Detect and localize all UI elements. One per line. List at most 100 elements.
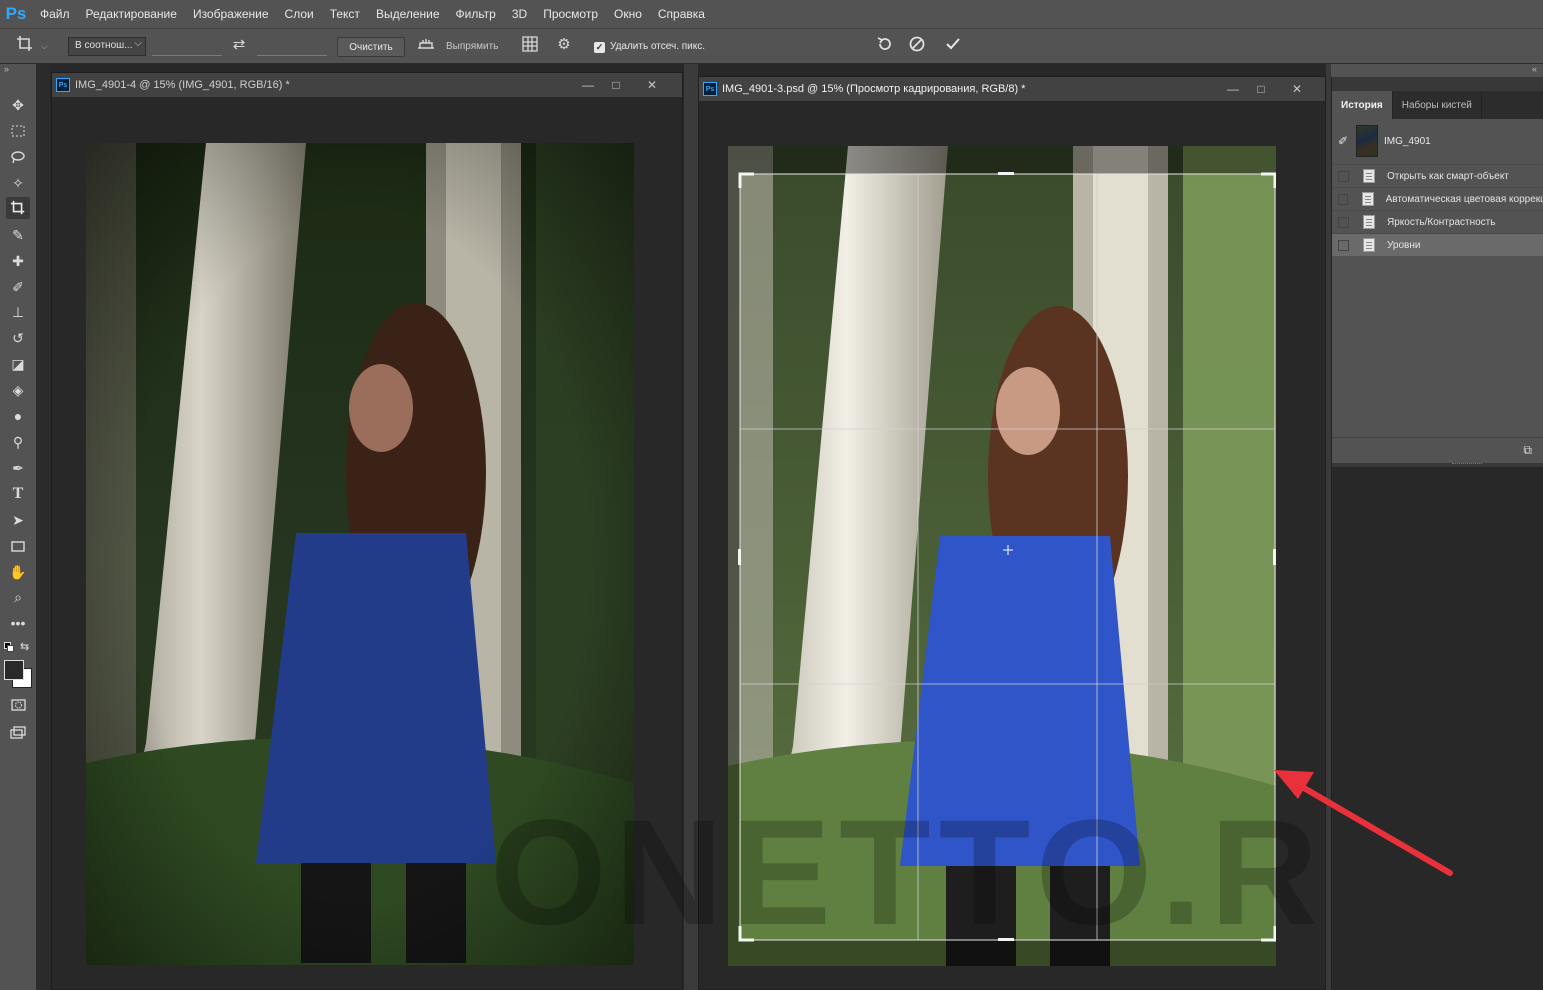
settings-gear-icon[interactable]: ⚙ [553, 35, 575, 53]
document-title: IMG_4901-4 @ 15% (IMG_4901, RGB/16) * [75, 79, 290, 91]
document-title-active: IMG_4901-3.psd @ 15% (Просмотр кадрирова… [722, 83, 1026, 95]
maximize-button-active[interactable]: □ [1251, 80, 1271, 98]
clear-button[interactable]: Очистить [337, 37, 405, 57]
delete-cropped-checkbox[interactable]: ✓ [594, 42, 605, 53]
swap-colors-icon[interactable]: ⇆ [20, 640, 29, 653]
document-icon [1363, 238, 1375, 252]
commit-check-icon[interactable] [942, 35, 964, 57]
minimize-button-active[interactable]: — [1223, 80, 1243, 98]
type-icon[interactable]: T [6, 483, 30, 505]
panel-dock-header: « [1331, 64, 1543, 77]
swap-icon[interactable]: ⇄ [228, 35, 250, 53]
app-logo: Ps [5, 4, 27, 23]
maximize-button[interactable]: □ [606, 76, 626, 94]
ratio-select[interactable]: В соотнош... [68, 37, 146, 56]
collapse-icon[interactable]: » [4, 64, 9, 74]
move-icon[interactable]: ✥ [6, 94, 30, 116]
reset-icon[interactable] [874, 35, 896, 57]
history-brush-source-icon[interactable]: ✐ [1332, 134, 1354, 148]
history-source-checkbox[interactable] [1338, 216, 1349, 228]
history-item[interactable]: Открыть как смарт-объект [1332, 164, 1543, 187]
pen-icon[interactable]: ✒ [6, 457, 30, 479]
panel-resize-grip[interactable] [1452, 463, 1482, 466]
history-source-checkbox[interactable] [1338, 193, 1349, 205]
document-icon [1363, 215, 1375, 229]
history-item[interactable]: Яркость/Контрастность [1332, 210, 1543, 233]
delete-cropped-label: Удалить отсеч. пикс. [610, 41, 706, 52]
history-item-label: Яркость/Контрастность [1387, 216, 1496, 228]
toolbox: » ✥ ✧ ✎ ✚ ✐ ⊥ ↺ ◪ ◈ ● ⚲ ✒ T ➤ ✋ ⌕ ••• ⇆ [0, 64, 37, 990]
tab-brush-presets[interactable]: Наборы кистей [1393, 91, 1482, 119]
height-field[interactable] [257, 37, 327, 56]
healing-brush-icon[interactable]: ✚ [6, 250, 30, 272]
menu-window[interactable]: Окно [606, 0, 650, 28]
overlay-grid-icon[interactable] [519, 35, 541, 57]
zoom-icon[interactable]: ⌕ [6, 586, 30, 608]
history-list: ✐ IMG_4901 Открыть как смарт-объект Авто… [1332, 119, 1543, 463]
eraser-icon[interactable]: ◪ [6, 353, 30, 375]
close-button[interactable]: ✕ [642, 76, 662, 94]
default-colors-icon[interactable] [4, 642, 14, 652]
dock-gap [38, 64, 50, 990]
document-title-bar[interactable]: Ps IMG_4901-4 @ 15% (IMG_4901, RGB/16) *… [52, 73, 682, 97]
document-title-bar-active[interactable]: Ps IMG_4901-3.psd @ 15% (Просмотр кадрир… [699, 77, 1325, 101]
history-source-checkbox[interactable] [1338, 170, 1349, 182]
history-item-label: Автоматическая цветовая коррекция [1385, 193, 1543, 205]
menu-select[interactable]: Выделение [368, 0, 448, 28]
paint-bucket-icon[interactable]: ◈ [6, 379, 30, 401]
snapshot-thumbnail [1356, 125, 1378, 157]
blur-icon[interactable]: ● [6, 405, 30, 427]
menu-image[interactable]: Изображение [185, 0, 277, 28]
dodge-icon[interactable]: ⚲ [6, 431, 30, 453]
menu-3d[interactable]: 3D [504, 0, 535, 28]
lasso-icon[interactable] [6, 146, 30, 168]
panel-collapse-icon[interactable]: « [1532, 64, 1537, 74]
crop-icon[interactable] [6, 197, 30, 219]
menu-edit[interactable]: Редактирование [78, 0, 185, 28]
document-icon [1363, 169, 1375, 183]
more-tools-icon[interactable]: ••• [6, 612, 30, 634]
hand-icon[interactable]: ✋ [6, 561, 30, 583]
tab-history[interactable]: История [1332, 91, 1393, 119]
history-item-label: Открыть как смарт-объект [1387, 170, 1509, 182]
close-button-active[interactable]: ✕ [1287, 80, 1307, 98]
menu-filter[interactable]: Фильтр [448, 0, 504, 28]
document-icon [1362, 192, 1374, 206]
minimize-button[interactable]: — [578, 76, 598, 94]
cancel-icon[interactable] [906, 35, 928, 57]
options-bar: ⌵ В соотнош... ⇄ Очистить Выпрямить ⚙ ✓ … [0, 28, 1543, 64]
menu-help[interactable]: Справка [650, 0, 713, 28]
menu-type[interactable]: Текст [322, 0, 368, 28]
history-item-label: Уровни [1387, 239, 1421, 251]
eyedropper-icon[interactable]: ✎ [6, 224, 30, 246]
menu-file[interactable]: Файл [32, 0, 78, 28]
snapshot-label: IMG_4901 [1384, 135, 1431, 147]
panel-footer: ⧉ [1332, 437, 1543, 463]
clone-stamp-icon[interactable]: ⊥ [6, 301, 30, 323]
straighten-label[interactable]: Выпрямить [446, 41, 498, 52]
history-brush-icon[interactable]: ↺ [6, 327, 30, 349]
foreground-color-swatch[interactable] [4, 660, 24, 680]
quick-mask-icon[interactable] [6, 694, 30, 716]
history-item-selected[interactable]: Уровни [1332, 233, 1543, 256]
crop-preset-icon[interactable] [14, 35, 36, 57]
history-item[interactable]: Автоматическая цветовая коррекция [1332, 187, 1543, 210]
screen-mode-icon[interactable] [6, 721, 30, 743]
rectangle-icon[interactable] [6, 535, 30, 557]
width-field[interactable] [152, 37, 222, 56]
history-source-checkbox[interactable] [1338, 239, 1349, 251]
history-snapshot[interactable]: ✐ IMG_4901 [1332, 121, 1543, 161]
straighten-icon[interactable] [415, 35, 437, 55]
new-document-from-state-icon[interactable]: ⧉ [1523, 443, 1532, 458]
ps-doc-icon: Ps [56, 78, 70, 92]
annotation-arrow [1274, 770, 1453, 876]
menu-view[interactable]: Просмотр [535, 0, 606, 28]
path-selection-icon[interactable]: ➤ [6, 509, 30, 531]
magic-wand-icon[interactable]: ✧ [6, 172, 30, 194]
marquee-icon[interactable] [6, 120, 30, 142]
menu-layers[interactable]: Слои [277, 0, 322, 28]
crop-preset-chevron-icon[interactable]: ⌵ [41, 41, 48, 52]
panel-empty-area [1332, 467, 1543, 990]
menu-bar: Ps Файл Редактирование Изображение Слои … [0, 0, 1543, 28]
brush-icon[interactable]: ✐ [6, 276, 30, 298]
